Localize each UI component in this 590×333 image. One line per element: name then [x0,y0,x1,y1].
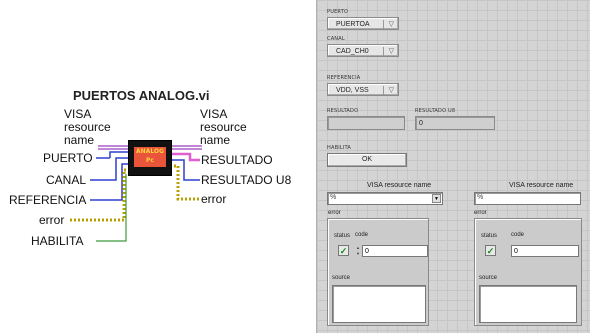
error-out-source-label: source [479,275,498,281]
resultado-wire [170,152,200,162]
visa-in-label-3: name [64,133,95,147]
visa-icon: % [477,194,484,201]
error-in-label: error [39,213,65,227]
dropdown-arrow-icon[interactable]: ▼ [432,194,441,203]
error-in-code-label: code [355,232,369,238]
visa-in-caption: VISA resource name [367,182,432,189]
resultado-caption: RESULTADO [327,108,359,114]
habilita-ok-button[interactable]: OK [327,153,407,167]
error-out-source-field [479,285,577,323]
error-in-code-input[interactable]: 0 [362,245,428,257]
resultado-label: RESULTADO [201,153,273,167]
visa-out-field: % [474,192,581,205]
puerto-caption: PUERTO [327,9,349,15]
resultado-u8-indicator: 0 [415,116,495,130]
resultado-u8-wire [170,159,200,181]
error-out-status-check-icon: ✓ [485,245,496,256]
error-in-status-label: status [334,233,351,239]
referencia-ring[interactable]: VDD, VSS ▽ [327,83,399,96]
vi-title: PUERTOS ANALOG.vi [73,88,210,103]
visa-out-label-3: name [200,133,231,147]
spinner-arrows-icon[interactable]: ▲ ▼ [355,245,361,257]
error-in-source-field[interactable] [332,285,426,323]
canal-value: CAD_CH0 [336,48,369,55]
referencia-label: REFERENCIA [9,193,87,207]
error-in-status-check-icon[interactable]: ✓ [338,245,349,256]
habilita-caption: HABILITA [327,145,352,151]
puerto-value: PUERTOA [336,21,370,28]
error-in-caption: error [328,210,341,216]
resultado-u8-caption: RESULTADO U8 [415,108,456,114]
error-out-code-label: code [511,232,525,238]
ring-arrows-icon: ▽ [388,48,394,55]
ring-arrows-icon: ▽ [388,21,394,28]
error-in-cluster: status code ✓ ▲ ▼ 0 source [327,218,429,326]
puerto-ring[interactable]: PUERTOA ▽ [327,17,399,30]
error-out-code-value: 0 [511,245,579,257]
referencia-caption: REFERENCIA [327,75,361,81]
canal-ring[interactable]: CAD_CH0 ▽ [327,44,399,57]
vi-icon[interactable]: ANALOG Pc [128,140,172,176]
puerto-label: PUERTO [43,151,93,165]
error-out-label: error [201,192,227,206]
error-out-cluster: status code ✓ 0 source [474,218,582,326]
vi-icon-text: ANALOG Pc [134,147,166,167]
visa-in-field[interactable]: % ▼ [327,192,443,205]
error-in-source-label: source [332,275,351,281]
referencia-value: VDD, VSS [336,87,369,94]
front-panel: PUERTO PUERTOA ▽ CANAL CAD_CH0 ▽ REFEREN… [316,0,590,333]
error-out-status-label: status [481,233,498,239]
canal-caption: CANAL [327,36,345,42]
visa-icon: % [330,194,337,201]
visa-out-caption: VISA resource name [509,182,574,189]
referencia-wire [90,163,128,201]
ring-arrows-icon: ▽ [388,87,394,94]
error-out-caption: error [474,210,487,216]
error-out-wire [170,164,200,201]
habilita-label: HABILITA [31,234,84,248]
canal-label: CANAL [46,173,87,187]
resultado-indicator [327,116,405,130]
resultado-u8-label: RESULTADO U8 [201,173,292,187]
